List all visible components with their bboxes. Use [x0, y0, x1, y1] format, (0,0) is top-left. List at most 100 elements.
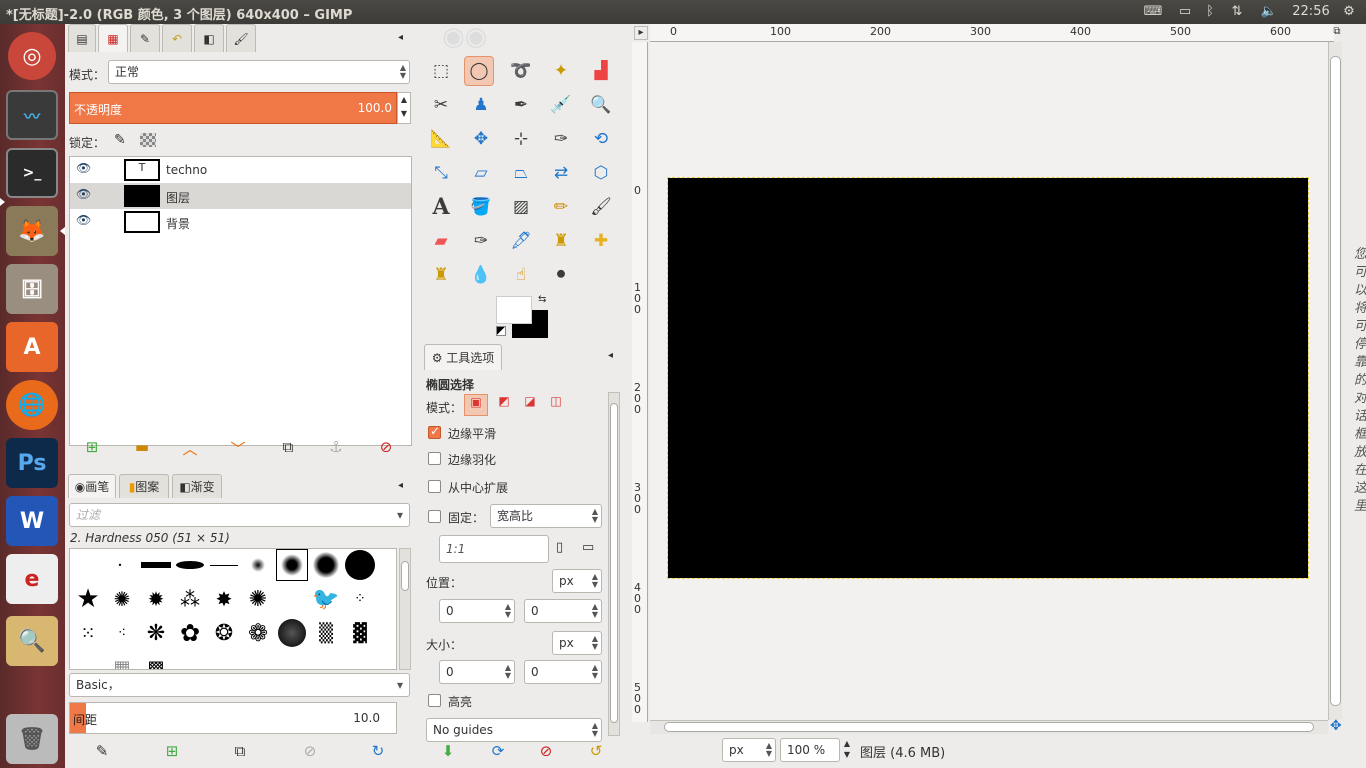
lock-pixels-icon[interactable]: ✎ — [114, 132, 126, 148]
restore-options-icon[interactable]: ⟳ — [486, 742, 510, 760]
preset-select[interactable]: Basic， ▾ — [69, 673, 410, 697]
spacing-slider[interactable]: 间距 10.0 — [69, 702, 397, 734]
bird-brush-icon[interactable]: 🐦 — [310, 583, 342, 615]
crop-tool-icon[interactable]: ✑ — [546, 124, 576, 154]
eye-icon[interactable]: 👁 — [76, 161, 91, 175]
color-picker-tool-icon[interactable]: 💉 — [546, 90, 576, 120]
gimp-icon[interactable]: 🦊 — [6, 206, 58, 256]
horizontal-scrollbar[interactable] — [650, 720, 1328, 734]
network-icon[interactable]: ⇅ — [1226, 3, 1248, 21]
lower-layer-icon[interactable]: ﹀ — [226, 438, 250, 459]
size-unit-select[interactable]: px ▲ ▼ — [552, 631, 602, 655]
texture-brush-icon[interactable]: ❋ — [140, 617, 172, 649]
mode-intersect-icon[interactable]: ◫ — [544, 394, 568, 416]
delete-brush-icon[interactable]: ⊘ — [298, 742, 322, 760]
bluetooth-icon[interactable]: ᛒ — [1202, 3, 1218, 21]
duplicate-brush-icon[interactable]: ⧉ — [228, 742, 252, 760]
mode-replace-icon[interactable]: ▣ — [464, 394, 488, 416]
horizontal-ruler[interactable]: 0 100 200 300 400 500 600 — [650, 24, 1334, 42]
image-viewer-icon[interactable]: 🔍 — [6, 616, 58, 666]
mode-select[interactable]: 正常 ▲ ▼ — [108, 60, 410, 84]
expand-center-checkbox[interactable] — [428, 480, 441, 496]
paths-tab-icon[interactable]: ✎ — [130, 24, 160, 52]
fixed-checkbox[interactable] — [428, 510, 441, 526]
perspective-tool-icon[interactable]: ⏢ — [506, 158, 536, 188]
clock[interactable]: 22:56 — [1290, 3, 1332, 21]
star-brush-icon[interactable]: ★ — [72, 583, 104, 615]
ratio-input[interactable]: 1:1 — [439, 535, 549, 563]
brush-tab-icon[interactable]: 🖌 — [226, 24, 256, 52]
brush-item[interactable] — [310, 549, 342, 581]
opacity-spin[interactable]: ▲ ▼ — [397, 92, 411, 124]
pdf-icon[interactable]: e — [6, 554, 58, 604]
dots-brush-icon[interactable]: ⁘ — [344, 583, 376, 615]
landscape-icon[interactable]: ▭ — [582, 540, 594, 555]
airbrush-tool-icon[interactable]: ✑ — [466, 226, 496, 256]
mode-add-icon[interactable]: ◩ — [492, 394, 516, 416]
patterns-tab[interactable]: ▮ 图案 — [119, 474, 169, 498]
layer-group-icon[interactable]: ▬ — [130, 438, 154, 456]
gradient-tab-icon[interactable]: ◧ — [194, 24, 224, 52]
heal-tool-icon[interactable]: ✚ — [586, 226, 616, 256]
duplicate-layer-icon[interactable]: ⧉ — [276, 438, 300, 456]
blur-tool-icon[interactable]: 💧 — [466, 260, 496, 290]
clone-tool-icon[interactable]: ♜ — [546, 226, 576, 256]
zoom-to-fit-icon[interactable]: ⧉ — [1330, 26, 1344, 40]
layers-tab-icon[interactable]: ▤ — [68, 24, 96, 52]
rect-select-tool-icon[interactable]: ⬚ — [426, 56, 456, 86]
size-width-input[interactable]: 0 ▲ ▼ — [439, 660, 515, 684]
battery-icon[interactable]: ▭ — [1174, 3, 1196, 21]
zoom-input[interactable]: 100 % — [780, 738, 840, 762]
free-select-tool-icon[interactable]: ➰ — [506, 56, 536, 86]
position-x-input[interactable]: 0 ▲ ▼ — [439, 599, 515, 623]
lock-alpha-icon[interactable] — [140, 133, 156, 147]
fuzzy-select-tool-icon[interactable]: ✦ — [546, 56, 576, 86]
brush-item[interactable] — [208, 549, 240, 581]
volume-icon[interactable]: 🔈 — [1258, 3, 1280, 21]
zoom-tool-icon[interactable]: 🔍 — [586, 90, 616, 120]
text-tool-icon[interactable]: A — [426, 192, 456, 222]
layer-row-techno[interactable]: 👁 T techno — [70, 157, 411, 183]
ubuntu-logo-icon[interactable]: ◎ — [8, 32, 56, 80]
layer-row-background[interactable]: 👁 背景 — [70, 209, 411, 235]
new-brush-icon[interactable]: ⊞ — [160, 742, 184, 760]
eye-icon[interactable]: 👁 — [76, 213, 91, 227]
splatter-brush-icon[interactable]: ✺ — [106, 583, 138, 615]
unit-select[interactable]: px ▲ ▼ — [722, 738, 776, 762]
guides-select[interactable]: No guides ▲ ▼ — [426, 718, 602, 742]
foreground-select-tool-icon[interactable]: ♟ — [466, 90, 496, 120]
splatter-brush-icon[interactable]: ✺ — [242, 583, 274, 615]
tool-options-tab[interactable]: ⚙ 工具选项 — [424, 344, 502, 370]
terminal-icon[interactable]: >_ — [6, 148, 58, 198]
anchor-icon[interactable]: ⚓ — [324, 438, 348, 456]
refresh-brush-icon[interactable]: ↻ — [366, 742, 390, 760]
dock-menu-icon[interactable]: ◂ — [398, 480, 403, 491]
swap-colors-icon[interactable]: ⇆ — [538, 294, 546, 305]
smudge-tool-icon[interactable]: ☝ — [506, 260, 536, 290]
splatter-brush-icon[interactable]: ⁂ — [174, 583, 206, 615]
blend-tool-icon[interactable]: ▨ — [506, 192, 536, 222]
layer-row-layer[interactable]: 👁 图层 — [70, 183, 411, 209]
navigate-icon[interactable]: ✥ — [1330, 718, 1342, 734]
texture-brush-icon[interactable]: ▦ — [106, 651, 138, 670]
dots-brush-icon[interactable]: ⁖ — [106, 617, 138, 649]
brush-grid[interactable]: • ★ ✺ ✹ ⁂ ✸ ✺ 🐦 ⁘ ⁙ ⁖ ❋ ✿ ❂ ❁ ▒ ▓ ▦ ▩ — [69, 548, 397, 670]
brush-item[interactable] — [174, 549, 206, 581]
files-icon[interactable]: 🗄 — [6, 264, 58, 314]
save-options-icon[interactable]: ⬇ — [436, 742, 460, 760]
cage-tool-icon[interactable]: ⬡ — [586, 158, 616, 188]
ink-tool-icon[interactable]: 🖋 — [506, 226, 536, 256]
undo-tab-icon[interactable]: ↶ — [162, 24, 192, 52]
software-center-icon[interactable]: A — [6, 322, 58, 372]
brushes-tab[interactable]: ◉ 画笔 — [68, 474, 116, 498]
delete-layer-icon[interactable]: ⊘ — [374, 438, 398, 456]
size-height-input[interactable]: 0 ▲ ▼ — [524, 660, 602, 684]
texture-brush-icon[interactable]: ▩ — [140, 651, 172, 670]
pencil-tool-icon[interactable]: ✏ — [546, 192, 576, 222]
texture-brush-icon[interactable]: ❂ — [208, 617, 240, 649]
firefox-icon[interactable]: 🌐 — [6, 380, 58, 430]
scale-tool-icon[interactable]: ⤡ — [426, 158, 456, 188]
eye-icon[interactable]: 👁 — [76, 187, 91, 201]
word-icon[interactable]: W — [6, 496, 58, 546]
keyboard-icon[interactable]: ⌨ — [1141, 3, 1165, 21]
